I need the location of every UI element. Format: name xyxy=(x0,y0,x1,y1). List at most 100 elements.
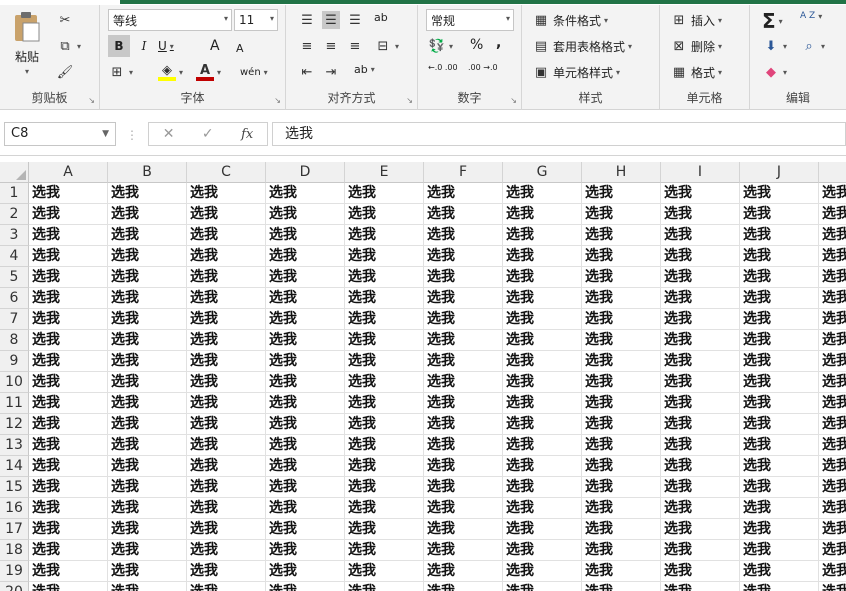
cell[interactable]: 选我 xyxy=(582,540,661,561)
cell[interactable]: 选我 xyxy=(503,498,582,519)
name-box[interactable]: C8 ▼ xyxy=(4,122,116,146)
format-button[interactable]: ▦ 格式 ▾ xyxy=(670,63,722,81)
column-header[interactable]: E xyxy=(345,162,424,183)
sort-filter-button[interactable]: A Z ▾ xyxy=(800,11,822,21)
row-header[interactable]: 3 xyxy=(0,225,29,246)
cell[interactable]: 选我 xyxy=(819,477,846,498)
insert-function-icon[interactable]: fx xyxy=(241,127,253,142)
column-header[interactable]: D xyxy=(266,162,345,183)
cell[interactable]: 选我 xyxy=(29,351,108,372)
cell[interactable]: 选我 xyxy=(424,246,503,267)
cell[interactable]: 选我 xyxy=(740,204,819,225)
font-name-select[interactable]: 等线 ▾ xyxy=(108,9,232,31)
cell[interactable]: 选我 xyxy=(740,351,819,372)
cell[interactable]: 选我 xyxy=(740,267,819,288)
bold-button[interactable]: B xyxy=(108,35,130,57)
borders-button[interactable]: ⊞ ▾ xyxy=(108,61,133,83)
cell[interactable]: 选我 xyxy=(503,435,582,456)
cell[interactable]: 选我 xyxy=(108,225,187,246)
cell[interactable]: 选我 xyxy=(187,456,266,477)
cell[interactable]: 选我 xyxy=(29,456,108,477)
cell[interactable]: 选我 xyxy=(740,330,819,351)
cell[interactable]: 选我 xyxy=(266,183,345,204)
cell[interactable]: 选我 xyxy=(29,498,108,519)
cell[interactable]: 选我 xyxy=(661,435,740,456)
dialog-launcher-icon[interactable]: ↘ xyxy=(274,96,281,105)
cell[interactable]: 选我 xyxy=(29,246,108,267)
cell[interactable]: 选我 xyxy=(266,309,345,330)
cell[interactable]: 选我 xyxy=(345,393,424,414)
cell[interactable]: 选我 xyxy=(661,267,740,288)
clear-button[interactable]: ◆ ▾ xyxy=(762,63,787,81)
cell[interactable]: 选我 xyxy=(187,540,266,561)
cell[interactable]: 选我 xyxy=(582,561,661,582)
row-header[interactable]: 2 xyxy=(0,204,29,225)
dialog-launcher-icon[interactable]: ↘ xyxy=(406,96,413,105)
column-header[interactable]: K xyxy=(819,162,846,183)
row-header[interactable]: 15 xyxy=(0,477,29,498)
cell[interactable]: 选我 xyxy=(661,393,740,414)
cell[interactable]: 选我 xyxy=(345,372,424,393)
cell[interactable]: 选我 xyxy=(819,267,846,288)
cell[interactable]: 选我 xyxy=(819,393,846,414)
cell[interactable]: 选我 xyxy=(424,183,503,204)
comma-button[interactable]: , xyxy=(496,35,501,51)
cell[interactable]: 选我 xyxy=(740,498,819,519)
wrap-text-button[interactable]: ab xyxy=(374,11,388,24)
cell[interactable]: 选我 xyxy=(424,582,503,591)
cell[interactable]: 选我 xyxy=(187,435,266,456)
cell[interactable]: 选我 xyxy=(266,267,345,288)
cell[interactable]: 选我 xyxy=(108,519,187,540)
cell[interactable]: 选我 xyxy=(108,309,187,330)
cell[interactable]: 选我 xyxy=(740,246,819,267)
cell[interactable]: 选我 xyxy=(266,519,345,540)
cell[interactable]: 选我 xyxy=(108,561,187,582)
copy-button[interactable]: ⧉ ▾ xyxy=(56,37,81,55)
cell[interactable]: 选我 xyxy=(740,582,819,591)
cell[interactable]: 选我 xyxy=(819,435,846,456)
paste-button[interactable]: 粘贴 ▾ xyxy=(12,11,42,76)
cell[interactable]: 选我 xyxy=(661,477,740,498)
cell[interactable]: 选我 xyxy=(819,414,846,435)
cell[interactable]: 选我 xyxy=(740,561,819,582)
cell[interactable]: 选我 xyxy=(582,582,661,591)
cell[interactable]: 选我 xyxy=(819,456,846,477)
column-header[interactable]: A xyxy=(29,162,108,183)
column-header[interactable]: B xyxy=(108,162,187,183)
cell[interactable]: 选我 xyxy=(819,561,846,582)
cell[interactable]: 选我 xyxy=(29,435,108,456)
align-left-button[interactable]: ≡ xyxy=(298,37,316,55)
cell[interactable]: 选我 xyxy=(661,561,740,582)
cell[interactable]: 选我 xyxy=(503,372,582,393)
cell[interactable]: 选我 xyxy=(661,351,740,372)
cell[interactable]: 选我 xyxy=(424,435,503,456)
cell[interactable]: 选我 xyxy=(424,414,503,435)
cell[interactable]: 选我 xyxy=(29,267,108,288)
shrink-font-button[interactable]: A xyxy=(236,37,244,59)
cell[interactable]: 选我 xyxy=(819,351,846,372)
cell[interactable]: 选我 xyxy=(661,540,740,561)
cell[interactable]: 选我 xyxy=(345,330,424,351)
align-middle-button[interactable]: ☰ xyxy=(322,11,340,29)
cell[interactable]: 选我 xyxy=(29,561,108,582)
cell[interactable]: 选我 xyxy=(345,267,424,288)
cell[interactable]: 选我 xyxy=(582,477,661,498)
enter-icon[interactable]: ✓ xyxy=(202,126,214,142)
cancel-icon[interactable]: ✕ xyxy=(163,126,175,142)
cell[interactable]: 选我 xyxy=(740,225,819,246)
fill-button[interactable]: ⬇ ▾ xyxy=(762,37,787,55)
cell[interactable]: 选我 xyxy=(503,309,582,330)
cell[interactable]: 选我 xyxy=(582,267,661,288)
cell[interactable]: 选我 xyxy=(503,204,582,225)
cell[interactable]: 选我 xyxy=(345,225,424,246)
column-header[interactable]: H xyxy=(582,162,661,183)
decrease-decimal-button[interactable]: .00 →.0 xyxy=(468,63,498,72)
cell[interactable]: 选我 xyxy=(740,540,819,561)
cell[interactable]: 选我 xyxy=(345,204,424,225)
cell[interactable]: 选我 xyxy=(424,309,503,330)
cell[interactable]: 选我 xyxy=(582,351,661,372)
cell-styles-button[interactable]: ▣ 单元格样式 ▾ xyxy=(532,63,620,81)
cell[interactable]: 选我 xyxy=(819,372,846,393)
cell[interactable]: 选我 xyxy=(187,288,266,309)
cell[interactable]: 选我 xyxy=(740,456,819,477)
